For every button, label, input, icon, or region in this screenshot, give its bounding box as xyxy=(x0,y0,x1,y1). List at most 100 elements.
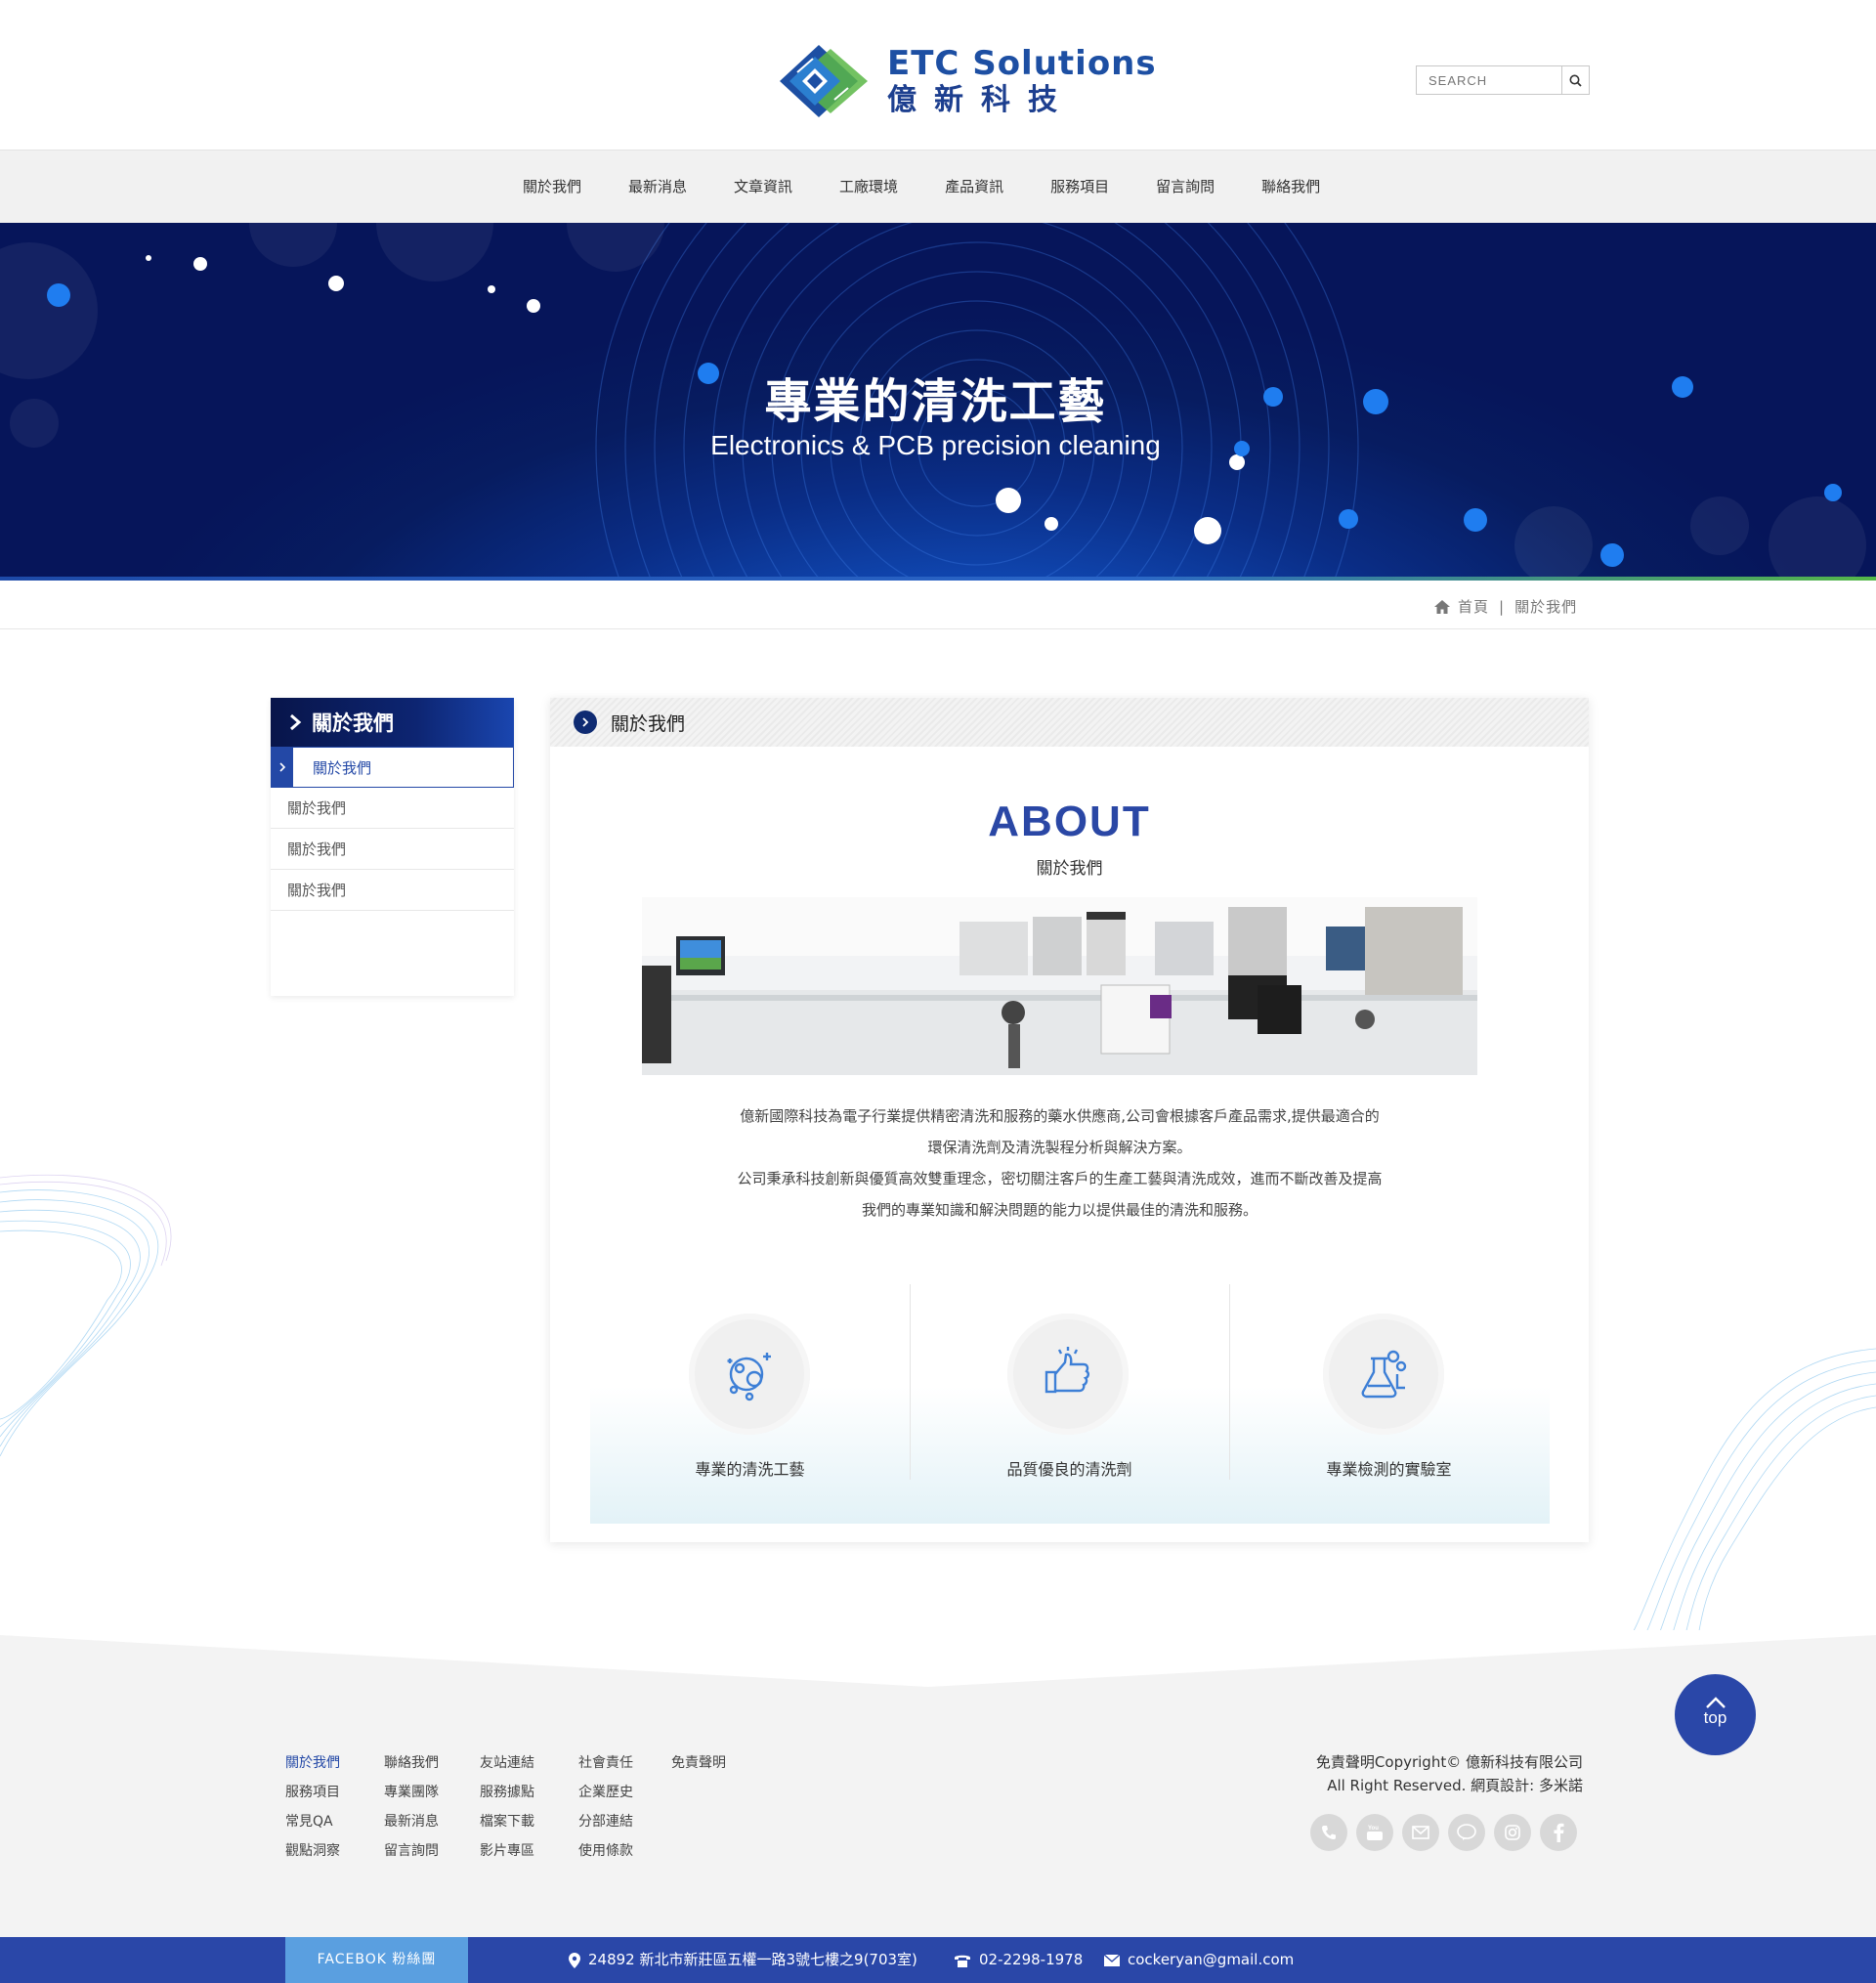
footer-link[interactable]: 免責聲明 xyxy=(671,1752,759,1782)
lab-flask-icon xyxy=(1323,1314,1444,1435)
about-subheading: 關於我們 xyxy=(1036,859,1103,879)
instagram-icon[interactable] xyxy=(1494,1814,1531,1851)
search-button[interactable] xyxy=(1561,66,1589,94)
feature-label: 專業檢測的實驗室 xyxy=(1326,1460,1452,1479)
sidebar-item-label: 關於我們 xyxy=(313,758,372,777)
phone-info: 02-2298-1978 xyxy=(954,1937,1083,1983)
breadcrumb-current: 關於我們 xyxy=(1514,598,1578,616)
footer-link[interactable]: 常見QA xyxy=(285,1811,373,1840)
footer-link[interactable]: 社會責任 xyxy=(578,1752,666,1782)
site-header: ETC Solutions 億新科技 xyxy=(0,0,1876,150)
nav-item-services[interactable]: 服務項目 xyxy=(1050,151,1109,224)
feature-cleaning: 專業的清洗工藝 xyxy=(590,1274,910,1524)
facebook-icon[interactable] xyxy=(1540,1814,1577,1851)
feature-label: 專業的清洗工藝 xyxy=(695,1460,805,1479)
phone-icon[interactable] xyxy=(1310,1814,1347,1851)
footer-link[interactable]: 使用條款 xyxy=(578,1840,666,1870)
email-text[interactable]: cockeryan@gmail.com xyxy=(1128,1937,1294,1983)
breadcrumb: 首頁 | 關於我們 xyxy=(0,581,1876,629)
facebook-fanpage-button[interactable]: FACEBOK 粉絲團 xyxy=(285,1937,468,1983)
nav-item-products[interactable]: 產品資訊 xyxy=(945,151,1003,224)
footer-link[interactable]: 企業歷史 xyxy=(578,1782,666,1811)
footer-link[interactable]: 留言詢問 xyxy=(384,1840,472,1870)
footer-link[interactable]: 最新消息 xyxy=(384,1811,472,1840)
footer-link[interactable]: 聯絡我們 xyxy=(384,1752,472,1782)
feature-lab: 專業檢測的實驗室 xyxy=(1229,1274,1549,1524)
footer-link[interactable]: 觀點洞察 xyxy=(285,1840,373,1870)
footer-link[interactable]: 關於我們 xyxy=(285,1752,373,1782)
address-info: 24892 新北市新莊區五權一路3號七樓之9(703室) xyxy=(569,1937,917,1983)
cleaning-bubbles-icon xyxy=(689,1314,810,1435)
footer-link[interactable]: 檔案下載 xyxy=(480,1811,568,1840)
right-wave-decoration xyxy=(1621,1348,1876,1652)
logo-chinese-name: 億新科技 xyxy=(887,83,1075,117)
contact-bar: FACEBOK 粉絲團 24892 新北市新莊區五權一路3號七樓之9(703室)… xyxy=(0,1937,1876,1983)
nav-item-articles[interactable]: 文章資訊 xyxy=(734,151,792,224)
back-to-top-label: top xyxy=(1703,1708,1727,1727)
logo-diamond-icon xyxy=(780,45,868,117)
panel-title: 關於我們 xyxy=(611,712,686,735)
line-icon[interactable] xyxy=(1448,1814,1485,1851)
main-nav: 關於我們 最新消息 文章資訊 工廠環境 產品資訊 服務項目 留言詢問 聯絡我們 xyxy=(0,150,1876,223)
mail-icon[interactable] xyxy=(1402,1814,1439,1851)
feature-quality: 品質優良的清洗劑 xyxy=(910,1274,1229,1524)
footer-column-4: 社會責任 企業歷史 分部連結 使用條款 xyxy=(578,1752,666,1870)
banner-title: 專業的清洗工藝 xyxy=(764,374,1107,429)
nav-item-factory[interactable]: 工廠環境 xyxy=(839,151,898,224)
content-panel: 關於我們 ABOUT 關於我們 億新國際科技為電子行業提供精密清洗和服務的藥水供… xyxy=(550,698,1589,1542)
svg-text:You: You xyxy=(1368,1826,1379,1832)
left-wave-decoration xyxy=(0,1174,172,1456)
youtube-icon[interactable]: You xyxy=(1356,1814,1393,1851)
search-icon xyxy=(1569,74,1582,87)
footer-top-shape xyxy=(0,1630,1876,1687)
site-logo[interactable]: ETC Solutions 億新科技 xyxy=(772,41,1157,121)
search-input[interactable] xyxy=(1417,66,1561,94)
sidebar-item-1[interactable]: 關於我們 xyxy=(271,788,514,829)
feature-label: 品質優良的清洗劑 xyxy=(1006,1460,1132,1479)
footer-column-1: 關於我們 服務項目 常見QA 觀點洞察 xyxy=(285,1752,373,1870)
about-heading: ABOUT xyxy=(988,798,1151,845)
sidebar-item-active[interactable]: 關於我們 xyxy=(271,747,514,788)
description-line: 我們的專業知識和解決問題的能力以提供最佳的清洗和服務。 xyxy=(861,1201,1258,1219)
address-text: 24892 新北市新莊區五權一路3號七樓之9(703室) xyxy=(588,1951,917,1968)
footer-link[interactable]: 服務項目 xyxy=(285,1782,373,1811)
site-footer xyxy=(0,1630,1876,1937)
nav-item-news[interactable]: 最新消息 xyxy=(628,151,687,224)
copyright-line-2: All Right Reserved. 網頁設計: 多米諾 xyxy=(1327,1777,1583,1794)
banner-subtitle: Electronics & PCB precision cleaning xyxy=(710,430,1161,460)
about-description: 億新國際科技為電子行業提供精密清洗和服務的藥水供應商,公司會根據客戶產品需求,提… xyxy=(638,1100,1481,1226)
phone-text[interactable]: 02-2298-1978 xyxy=(979,1937,1083,1983)
nav-item-about[interactable]: 關於我們 xyxy=(523,151,581,224)
lab-photo xyxy=(642,897,1477,1075)
panel-header: 關於我們 xyxy=(550,698,1589,747)
chevron-right-icon xyxy=(279,762,286,772)
sidebar-item-2[interactable]: 關於我們 xyxy=(271,829,514,870)
description-line: 億新國際科技為電子行業提供精密清洗和服務的藥水供應商,公司會根據客戶產品需求,提… xyxy=(740,1107,1380,1125)
nav-item-contact[interactable]: 聯絡我們 xyxy=(1261,151,1320,224)
chevron-up-icon xyxy=(1705,1697,1726,1708)
search-box xyxy=(1416,65,1590,95)
copyright-line-1: 免責聲明Copyright© 億新科技有限公司 xyxy=(1315,1753,1583,1771)
footer-link[interactable]: 分部連結 xyxy=(578,1811,666,1840)
footer-column-5: 免責聲明 xyxy=(671,1752,759,1782)
telephone-icon xyxy=(955,1955,970,1967)
back-to-top-button[interactable]: top xyxy=(1675,1674,1756,1755)
sidebar-item-3[interactable]: 關於我們 xyxy=(271,870,514,911)
thumbs-up-icon xyxy=(1007,1314,1129,1435)
breadcrumb-separator: | xyxy=(1499,597,1506,616)
logo-english-name: ETC Solutions xyxy=(887,44,1157,83)
footer-link[interactable]: 友站連結 xyxy=(480,1752,568,1782)
chevron-right-icon xyxy=(290,713,302,731)
footer-link[interactable]: 專業團隊 xyxy=(384,1782,472,1811)
sidebar-header: 關於我們 xyxy=(271,698,514,747)
email-info: cockeryan@gmail.com xyxy=(1104,1937,1294,1983)
hero-banner: 專業的清洗工藝 Electronics & PCB precision clea… xyxy=(0,223,1876,577)
footer-link[interactable]: 服務據點 xyxy=(480,1782,568,1811)
sidebar: 關於我們 關於我們 關於我們 關於我們 關於我們 xyxy=(271,698,514,996)
copyright: 免責聲明Copyright© 億新科技有限公司 All Right Reserv… xyxy=(1270,1750,1583,1797)
sidebar-title: 關於我們 xyxy=(312,711,394,735)
nav-item-inquiry[interactable]: 留言詢問 xyxy=(1156,151,1215,224)
breadcrumb-home-link[interactable]: 首頁 xyxy=(1458,596,1489,617)
footer-column-2: 聯絡我們 專業團隊 最新消息 留言詢問 xyxy=(384,1752,472,1870)
footer-link[interactable]: 影片專區 xyxy=(480,1840,568,1870)
